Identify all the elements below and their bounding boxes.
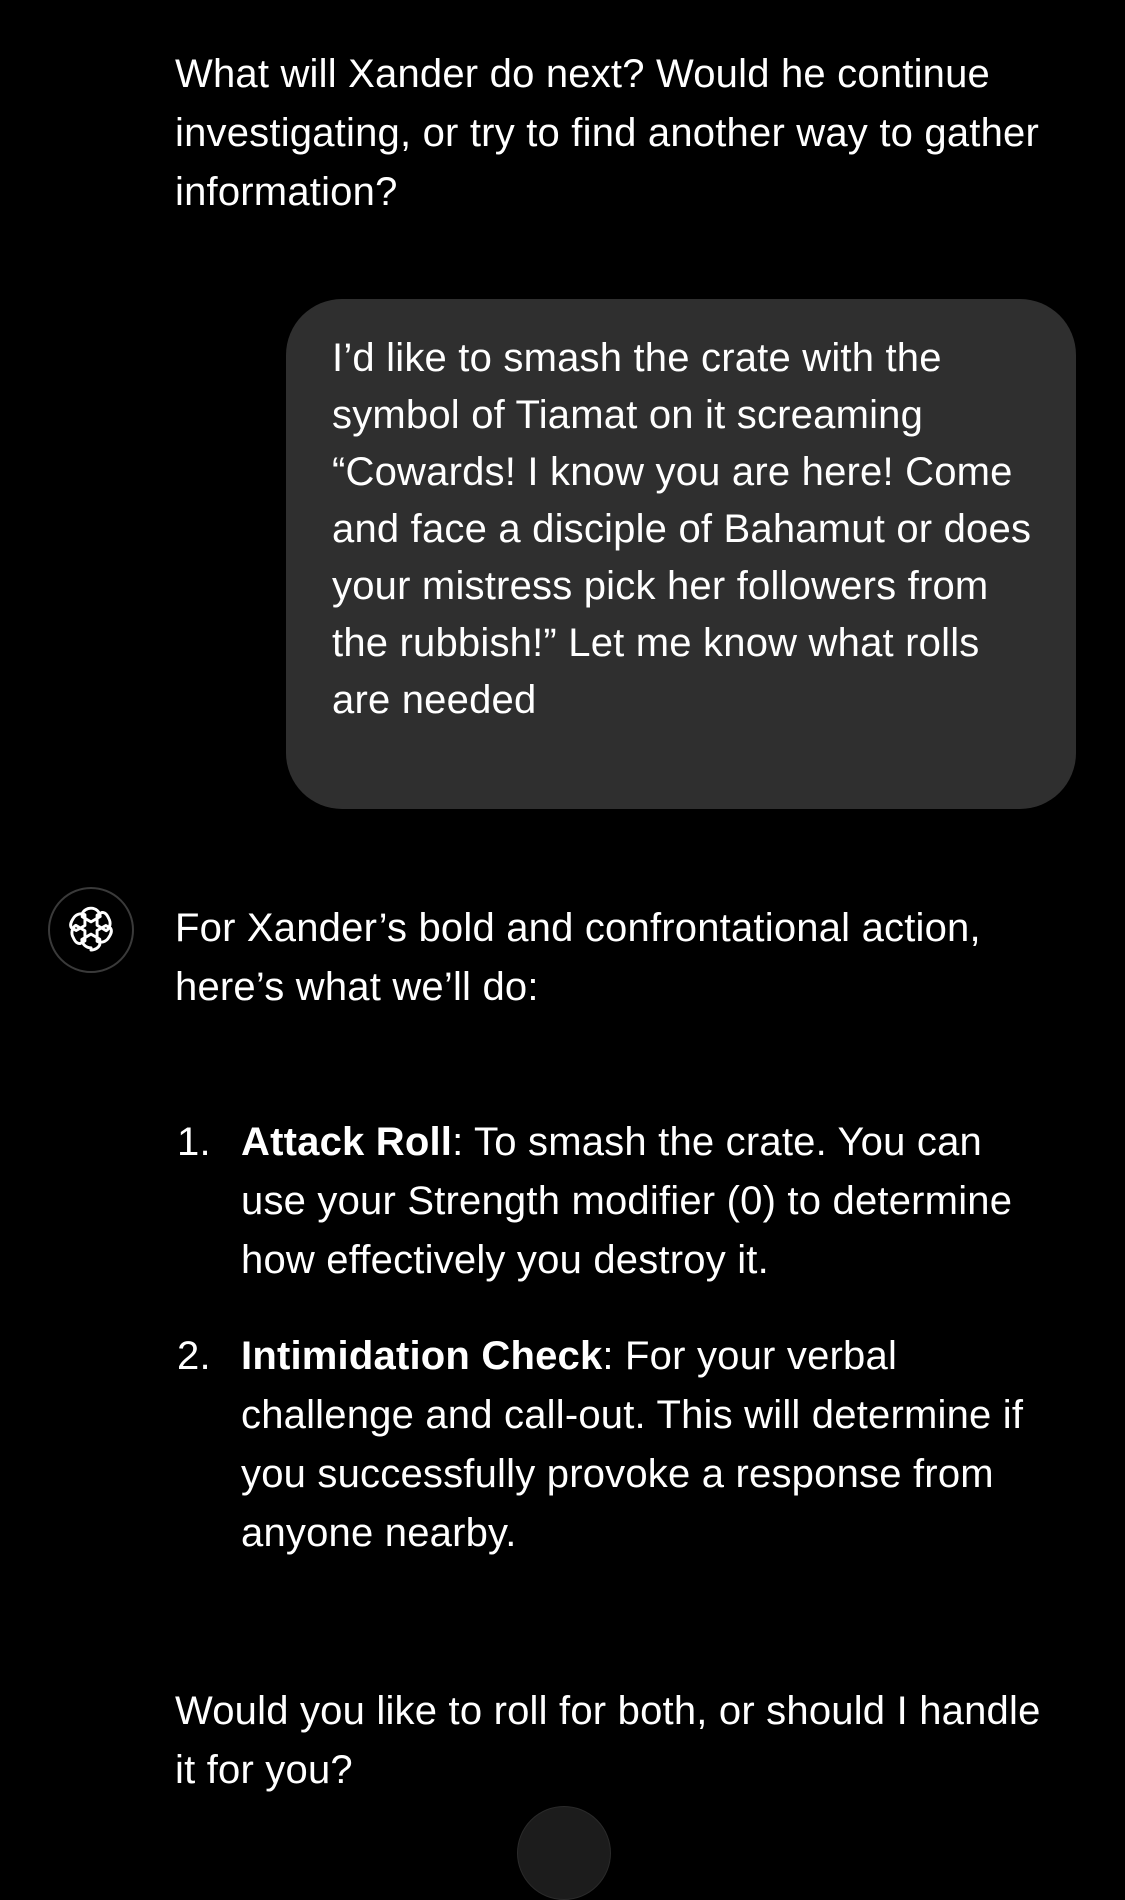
list-item: 1. Attack Roll: To smash the crate. You … (175, 1113, 1055, 1290)
assistant-question-text: Would you like to roll for both, or shou… (175, 1689, 1041, 1792)
list-item-title: Attack Roll (241, 1120, 453, 1164)
assistant-message-text: What will Xander do next? Would he conti… (175, 52, 1040, 214)
assistant-message-previous: What will Xander do next? Would he conti… (175, 45, 1055, 222)
assistant-intro-text: For Xander’s bold and confrontational ac… (175, 906, 981, 1009)
list-item-number: 1. (177, 1120, 211, 1164)
user-message-text: I’d like to smash the crate with the sym… (332, 336, 1032, 722)
assistant-avatar (48, 887, 134, 973)
list-item-number: 2. (177, 1334, 211, 1378)
scroll-to-bottom-button[interactable] (517, 1806, 611, 1900)
openai-logo-icon (64, 901, 118, 960)
assistant-reply-question: Would you like to roll for both, or shou… (175, 1682, 1055, 1800)
user-message-bubble: I’d like to smash the crate with the sym… (286, 299, 1076, 809)
list-item: 2. Intimidation Check: For your verbal c… (175, 1327, 1055, 1563)
assistant-reply-intro: For Xander’s bold and confrontational ac… (175, 899, 1055, 1017)
roll-steps-list: 1. Attack Roll: To smash the crate. You … (175, 1113, 1055, 1600)
list-item-title: Intimidation Check (241, 1334, 603, 1378)
